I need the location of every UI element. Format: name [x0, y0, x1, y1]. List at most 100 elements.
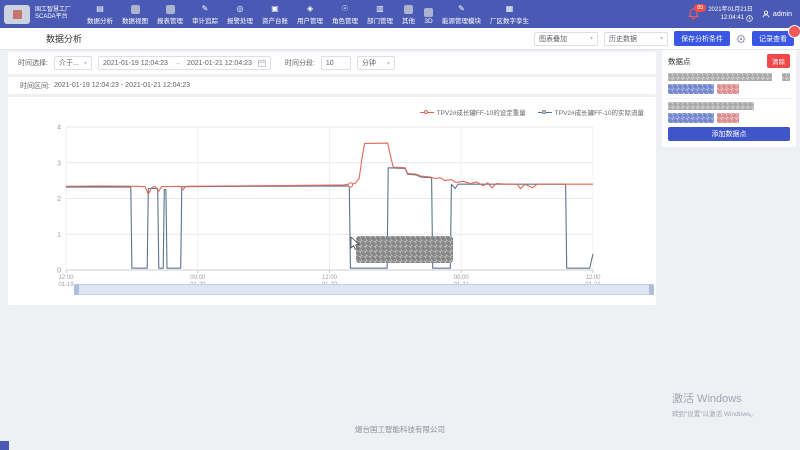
nav-item-6[interactable]: ▣资产台账 [262, 4, 288, 25]
svg-text:2: 2 [57, 196, 61, 203]
slider-left-handle[interactable] [74, 284, 79, 295]
taskbar-fragment [0, 441, 9, 450]
svg-text:00:00: 00:00 [454, 275, 470, 281]
segment-value: 10 [326, 60, 334, 67]
svg-text:00:00: 00:00 [190, 275, 206, 281]
logo: 国工智慧工厂 SCADA平台 [4, 5, 71, 24]
nav-item-label: 部门管理 [367, 15, 393, 25]
logo-line2: SCADA平台 [35, 14, 71, 21]
nav-menu: ▤数据分析数据视图报表管理 ✎审计追踪 ◎报警处理 ▣资产台账 ◈用户管理 ☉角色管理 ▥部… [87, 4, 529, 25]
analysis-chart: 0123412:0001-1900:0001-2012:0001-2000:00… [8, 97, 656, 297]
nav-item-label: 资产台账 [262, 15, 288, 25]
user-icon: ☉ [341, 4, 348, 14]
time-select-label: 时间选择: [18, 58, 48, 68]
gear-icon[interactable] [736, 34, 746, 44]
mouse-cursor [350, 237, 360, 251]
time-mode-select[interactable]: 介于... ▾ [54, 56, 92, 70]
watermark-line1: 激活 Windows [672, 390, 757, 406]
image-placeholder-icon [131, 5, 140, 14]
nav-item-12[interactable]: ✎能源管理模块 [442, 4, 481, 25]
nav-item-1[interactable]: ▤数据分析 [87, 4, 113, 25]
nav-item-label: 用户管理 [297, 15, 323, 25]
data-point-tag[interactable] [668, 113, 714, 123]
alarm-bell-button[interactable]: 85 [688, 8, 699, 20]
range-arrow: → [174, 60, 181, 67]
segment-value-input[interactable]: 10 [321, 56, 351, 70]
data-point-remove-tag[interactable] [717, 113, 739, 123]
svg-text:0: 0 [57, 268, 61, 275]
interval-label: 时间区间: [20, 81, 50, 91]
nav-item-label: 3D [424, 18, 432, 25]
svg-text:12:00: 12:00 [58, 275, 74, 281]
data-point-tag[interactable] [668, 84, 714, 94]
svg-text:01-19: 01-19 [58, 282, 74, 288]
org-icon: ▥ [376, 4, 384, 14]
segment-label: 时间分段: [285, 58, 315, 68]
clock-icon [746, 15, 753, 22]
image-placeholder-icon [404, 5, 413, 14]
edit-icon: ✎ [202, 4, 209, 14]
nav-item-7[interactable]: ◈用户管理 [297, 4, 323, 25]
nav-item-label: 数据分析 [87, 15, 113, 25]
current-date: 2021年01月21日 [708, 6, 753, 14]
record-notification-badge [789, 26, 800, 37]
chevron-down-icon: ▾ [387, 60, 390, 67]
data-point-remove-tag[interactable] [717, 84, 739, 94]
segment-unit-select[interactable]: 分钟 ▾ [357, 56, 395, 70]
data-point-item[interactable] [668, 73, 790, 81]
lock-icon: ◈ [307, 4, 313, 14]
chart-card: TPV2#成长罐FF-10的设定重量TPV2#成长罐FF-10的实际流量 012… [8, 97, 656, 305]
chevron-down-icon: ▾ [590, 35, 593, 42]
data-point-action-icon[interactable] [782, 73, 790, 81]
user-menu[interactable]: admin [762, 10, 792, 18]
nav-item-13[interactable]: ▦厂区数字孪生 [490, 4, 529, 25]
nav-item-5[interactable]: ◎报警处理 [227, 4, 253, 25]
divider [666, 98, 792, 99]
nav-item-label: 厂区数字孪生 [490, 15, 529, 25]
username: admin [773, 11, 792, 18]
logo-text: 国工智慧工厂 SCADA平台 [35, 7, 71, 21]
data-points-panel: 数据点 清除 添加数据点 [662, 50, 796, 147]
data-source-value: 历史数据 [609, 34, 637, 44]
page-title: 数据分析 [46, 32, 82, 45]
range-start-value: 2021-01-19 12:04:23 [103, 60, 168, 67]
data-source-select[interactable]: 历史数据 ▾ [604, 32, 668, 46]
logo-line1: 国工智慧工厂 [35, 7, 71, 14]
current-time: 12:04:41 [721, 14, 744, 22]
svg-text:12:00: 12:00 [322, 275, 338, 281]
date-range-input[interactable]: 2021-01-19 12:04:23 → 2021-01-21 12:04:2… [98, 56, 271, 70]
nav-item-11[interactable]: 3D [424, 7, 433, 25]
top-nav: 国工智慧工厂 SCADA平台 ▤数据分析数据视图报表管理 ✎审计追踪 ◎报警处理 ▣资… [0, 0, 800, 28]
clear-button[interactable]: 清除 [767, 54, 790, 68]
nav-item-label: 能源管理模块 [442, 15, 481, 25]
nav-item-3[interactable]: 报表管理 [157, 4, 183, 25]
nav-item-4[interactable]: ✎审计追踪 [192, 4, 218, 25]
nav-item-label: 角色管理 [332, 15, 358, 25]
add-data-point-button[interactable]: 添加数据点 [668, 127, 790, 141]
user-icon [762, 10, 770, 18]
grid-icon: ▦ [506, 4, 514, 14]
chevron-down-icon: ▾ [660, 35, 663, 42]
alarm-count-badge: 85 [694, 4, 706, 12]
slider-right-handle[interactable] [649, 284, 654, 295]
save-analysis-button[interactable]: 保存分析条件 [674, 31, 730, 46]
data-point-item[interactable] [668, 102, 790, 110]
chevron-down-icon: ▾ [84, 60, 87, 67]
alarm-icon: ◎ [237, 4, 244, 14]
time-mode-value: 介于... [59, 58, 79, 68]
nav-item-label: 其他 [402, 15, 415, 25]
svg-text:4: 4 [57, 125, 61, 132]
image-placeholder-icon [166, 5, 175, 14]
chart-overlay-value: 图表叠加 [539, 34, 567, 44]
page-toolbar: 数据分析 图表叠加 ▾ 历史数据 ▾ 保存分析条件 记录查看 [0, 28, 800, 50]
nav-item-8[interactable]: ☉角色管理 [332, 4, 358, 25]
nav-item-label: 报警处理 [227, 15, 253, 25]
svg-text:1: 1 [57, 232, 61, 239]
nav-item-10[interactable]: 其他 [402, 4, 415, 25]
nav-item-label: 数据视图 [122, 15, 148, 25]
data-zoom-slider[interactable] [75, 284, 653, 295]
nav-item-2[interactable]: 数据视图 [122, 4, 148, 25]
nav-item-9[interactable]: ▥部门管理 [367, 4, 393, 25]
record-view-button[interactable]: 记录查看 [752, 31, 794, 46]
chart-overlay-select[interactable]: 图表叠加 ▾ [534, 32, 598, 46]
